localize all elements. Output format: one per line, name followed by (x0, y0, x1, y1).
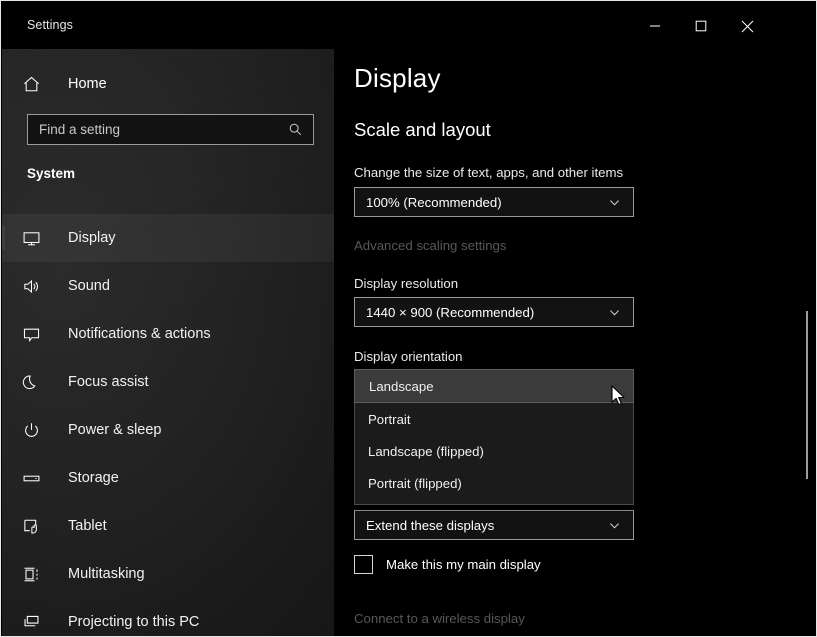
orientation-option-label: Portrait (flipped) (368, 475, 462, 491)
main-content: Display Scale and layout Change the size… (334, 49, 816, 636)
search-input[interactable]: Find a setting (27, 114, 314, 145)
notification-icon (22, 325, 66, 344)
tablet-icon (22, 517, 66, 536)
resolution-dropdown-value: 1440 × 900 (Recommended) (366, 304, 535, 320)
orientation-option-portrait[interactable]: Portrait (355, 403, 633, 435)
advanced-scaling-settings-link[interactable]: Advanced scaling settings (354, 238, 506, 253)
sidebar-item-focus-assist-label: Focus assist (68, 374, 149, 390)
search-icon[interactable] (288, 122, 303, 137)
resolution-dropdown[interactable]: 1440 × 900 (Recommended) (354, 297, 634, 327)
drive-icon (22, 469, 66, 488)
maximize-icon (695, 20, 707, 32)
sidebar-item-power-sleep-label: Power & sleep (68, 422, 162, 438)
content-scrollbar-thumb[interactable] (806, 311, 808, 479)
chevron-down-icon (608, 196, 621, 209)
orientation-option-landscape-flipped[interactable]: Landscape (flipped) (355, 435, 633, 467)
orientation-option-label: Landscape (flipped) (368, 443, 484, 459)
sidebar-item-notifications[interactable]: Notifications & actions (2, 310, 334, 358)
connect-wireless-display-link[interactable]: Connect to a wireless display (354, 611, 525, 626)
minimize-icon (649, 20, 661, 32)
monitor-icon (22, 229, 66, 248)
close-button[interactable] (724, 3, 770, 49)
projecting-icon (22, 613, 66, 632)
orientation-label: Display orientation (354, 349, 463, 364)
sidebar-item-home[interactable]: Home (2, 64, 334, 104)
chevron-down-icon (608, 306, 621, 319)
scale-label: Change the size of text, apps, and other… (354, 165, 624, 180)
settings-window: Home Find a setting System Display Sound… (0, 0, 817, 637)
multiple-displays-value: Extend these displays (366, 517, 495, 533)
scale-dropdown-value: 100% (Recommended) (366, 194, 502, 210)
sidebar-item-focus-assist[interactable]: Focus assist (2, 358, 334, 406)
multiple-displays-dropdown[interactable]: Extend these displays (354, 510, 634, 540)
orientation-option-portrait-flipped[interactable]: Portrait (flipped) (355, 467, 633, 499)
home-icon (22, 75, 66, 94)
sidebar-scrollbar[interactable] (326, 152, 333, 636)
sidebar-item-projecting[interactable]: Projecting to this PC (2, 598, 334, 636)
section-heading-scale-and-layout: Scale and layout (354, 119, 491, 140)
orientation-option-label: Landscape (369, 378, 434, 394)
minimize-button[interactable] (632, 3, 678, 49)
sidebar-item-sound-label: Sound (68, 278, 110, 294)
main-display-checkbox[interactable] (354, 555, 373, 574)
sidebar: Home Find a setting System Display Sound… (2, 2, 334, 636)
sidebar-item-display-label: Display (68, 230, 116, 246)
orientation-dropdown-list[interactable]: Landscape Portrait Landscape (flipped) P… (354, 369, 634, 505)
title-bar[interactable]: Settings (2, 2, 816, 49)
search-placeholder: Find a setting (39, 122, 121, 137)
power-icon (22, 421, 66, 440)
close-icon (741, 20, 754, 33)
orientation-option-label: Portrait (368, 411, 411, 427)
sidebar-nav-list: Display Sound Notifications & actions Fo… (2, 214, 334, 636)
sidebar-item-tablet[interactable]: Tablet (2, 502, 334, 550)
sidebar-item-display[interactable]: Display (2, 214, 334, 262)
chevron-down-icon (608, 519, 621, 532)
main-display-checkbox-row[interactable]: Make this my main display (354, 555, 541, 574)
speaker-icon (22, 277, 66, 296)
window-title: Settings (27, 18, 73, 32)
multitasking-icon (22, 565, 66, 584)
sidebar-item-multitasking[interactable]: Multitasking (2, 550, 334, 598)
maximize-button[interactable] (678, 3, 724, 49)
scale-dropdown[interactable]: 100% (Recommended) (354, 187, 634, 217)
sidebar-item-projecting-label: Projecting to this PC (68, 614, 200, 630)
resolution-label: Display resolution (354, 276, 459, 291)
page-title: Display (354, 63, 441, 93)
sidebar-item-power-sleep[interactable]: Power & sleep (2, 406, 334, 454)
orientation-option-landscape[interactable]: Landscape (354, 369, 634, 403)
sidebar-item-storage[interactable]: Storage (2, 454, 334, 502)
sidebar-group-heading: System (27, 166, 76, 181)
sidebar-item-storage-label: Storage (68, 470, 119, 486)
moon-icon (22, 373, 66, 392)
main-display-checkbox-label: Make this my main display (386, 557, 541, 572)
sidebar-item-tablet-label: Tablet (68, 518, 107, 534)
sidebar-item-notifications-label: Notifications & actions (68, 326, 211, 342)
sidebar-item-home-label: Home (68, 76, 107, 92)
sidebar-item-sound[interactable]: Sound (2, 262, 334, 310)
sidebar-item-multitasking-label: Multitasking (68, 566, 145, 582)
